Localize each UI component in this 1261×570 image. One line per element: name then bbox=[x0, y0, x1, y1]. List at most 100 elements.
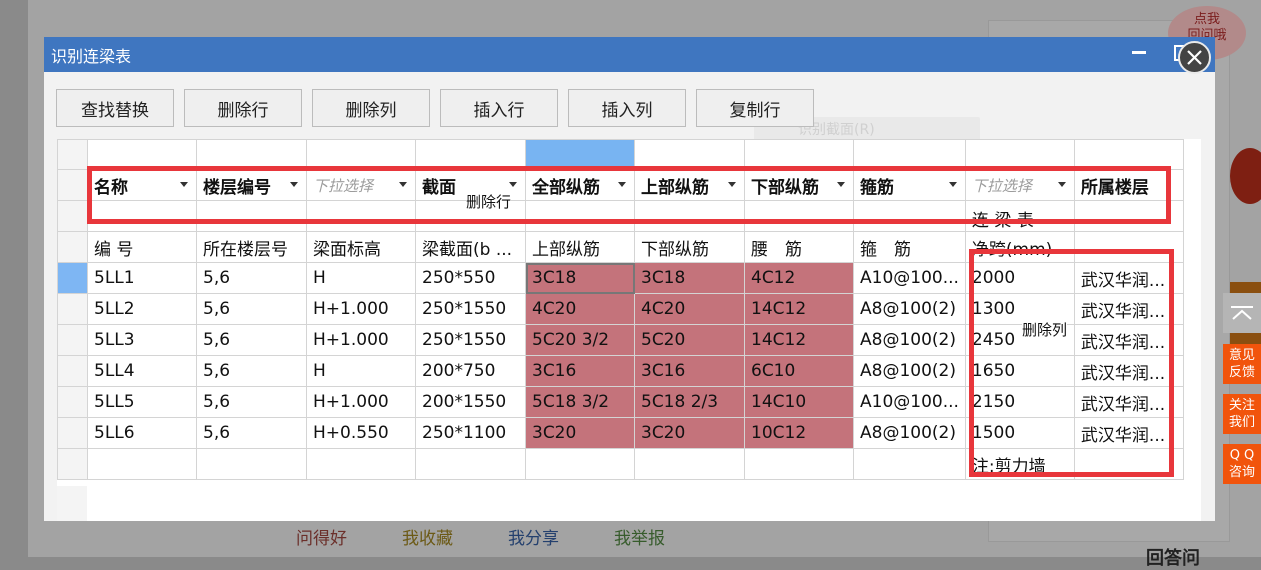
table-cell[interactable]: 5C20 bbox=[634, 324, 745, 356]
back-to-top-button[interactable] bbox=[1223, 293, 1261, 333]
table-cell[interactable] bbox=[306, 448, 416, 480]
table-cell[interactable]: H+1.000 bbox=[306, 386, 416, 418]
table-cell[interactable]: 5,6 bbox=[196, 262, 307, 294]
table-cell[interactable] bbox=[634, 448, 745, 480]
column-header-cell[interactable]: 箍 筋 bbox=[853, 231, 966, 263]
column-header-cell[interactable]: 所在楼层号 bbox=[196, 231, 307, 263]
table-cell[interactable]: 250*1550 bbox=[415, 324, 526, 356]
col-selector[interactable] bbox=[306, 139, 416, 170]
find-replace-button[interactable]: 查找替换 bbox=[56, 89, 174, 127]
table-cell[interactable]: 3C18 bbox=[525, 262, 635, 294]
table-cell[interactable]: 4C12 bbox=[744, 262, 854, 294]
table-cell[interactable]: A10@100... bbox=[853, 262, 966, 294]
table-cell[interactable]: 5C18 3/2 bbox=[525, 386, 635, 418]
table-cell[interactable]: 5C20 3/2 bbox=[525, 324, 635, 356]
row-header[interactable] bbox=[57, 262, 88, 294]
col-selector[interactable] bbox=[634, 139, 745, 170]
chevron-up-icon bbox=[1231, 306, 1253, 320]
table-cell[interactable]: H+1.000 bbox=[306, 293, 416, 325]
row-header[interactable] bbox=[57, 293, 88, 325]
row-header[interactable] bbox=[57, 231, 88, 263]
col-selector[interactable] bbox=[744, 139, 854, 170]
table-cell[interactable]: 200*750 bbox=[415, 355, 526, 387]
table-cell[interactable]: A8@100(2) bbox=[853, 355, 966, 387]
table-cell[interactable]: 200*1550 bbox=[415, 386, 526, 418]
table-cell[interactable]: 5LL5 bbox=[87, 386, 197, 418]
table-cell[interactable]: 14C12 bbox=[744, 293, 854, 325]
table-cell[interactable]: 5,6 bbox=[196, 293, 307, 325]
table-cell[interactable]: 14C10 bbox=[744, 386, 854, 418]
row-header[interactable] bbox=[57, 169, 88, 201]
delete-column-annotation-box bbox=[969, 249, 1174, 477]
share-link: 我分享 bbox=[508, 529, 559, 549]
table-cell[interactable]: 5LL4 bbox=[87, 355, 197, 387]
table-cell[interactable]: 3C20 bbox=[634, 417, 745, 449]
delete-column-button[interactable]: 删除列 bbox=[312, 89, 430, 127]
row-header[interactable] bbox=[57, 386, 88, 418]
table-cell[interactable]: 3C18 bbox=[634, 262, 745, 294]
table-cell[interactable]: 5LL1 bbox=[87, 262, 197, 294]
col-selector[interactable] bbox=[964, 139, 1075, 170]
row-header[interactable] bbox=[57, 448, 88, 480]
row-header[interactable] bbox=[57, 200, 88, 232]
table-cell[interactable]: H bbox=[306, 355, 416, 387]
table-cell[interactable]: 6C10 bbox=[744, 355, 854, 387]
table-cell[interactable] bbox=[744, 448, 854, 480]
table-cell[interactable]: 10C12 bbox=[744, 417, 854, 449]
column-header-cell[interactable]: 编 号 bbox=[87, 231, 197, 263]
table-cell[interactable]: 3C16 bbox=[634, 355, 745, 387]
table-cell[interactable]: H+1.000 bbox=[306, 324, 416, 356]
table-cell[interactable] bbox=[196, 448, 307, 480]
row-header[interactable] bbox=[57, 324, 88, 356]
column-header-cell[interactable]: 梁面标高 bbox=[306, 231, 416, 263]
row-header[interactable] bbox=[57, 417, 88, 449]
table-cell[interactable]: A10@100... bbox=[853, 386, 966, 418]
col-selector-selected[interactable] bbox=[525, 139, 635, 170]
table-cell[interactable]: 3C16 bbox=[525, 355, 635, 387]
insert-row-button[interactable]: 插入行 bbox=[440, 89, 558, 127]
table-cell[interactable]: A8@100(2) bbox=[853, 417, 966, 449]
close-button[interactable] bbox=[1178, 41, 1211, 74]
table-cell[interactable]: A8@100(2) bbox=[853, 324, 966, 356]
column-header-cell[interactable]: 梁截面(b ... bbox=[415, 231, 526, 263]
table-cell[interactable]: 5C18 2/3 bbox=[634, 386, 745, 418]
table-cell[interactable] bbox=[87, 448, 197, 480]
col-selector[interactable] bbox=[853, 139, 966, 170]
table-cell[interactable] bbox=[415, 448, 526, 480]
table-cell[interactable]: 5,6 bbox=[196, 324, 307, 356]
table-cell[interactable]: 14C12 bbox=[744, 324, 854, 356]
table-cell[interactable] bbox=[525, 448, 635, 480]
col-selector[interactable] bbox=[1073, 139, 1184, 170]
column-header-cell[interactable]: 上部纵筋 bbox=[525, 231, 635, 263]
column-header-cell[interactable]: 腰 筋 bbox=[744, 231, 854, 263]
table-cell[interactable]: 5LL3 bbox=[87, 324, 197, 356]
corner-cell[interactable] bbox=[57, 139, 88, 170]
table-cell[interactable]: 5LL2 bbox=[87, 293, 197, 325]
table-cell[interactable]: 3C20 bbox=[525, 417, 635, 449]
table-cell[interactable]: 5,6 bbox=[196, 355, 307, 387]
col-selector[interactable] bbox=[87, 139, 197, 170]
table-cell[interactable]: 4C20 bbox=[634, 293, 745, 325]
minimize-icon[interactable] bbox=[1132, 51, 1146, 54]
table-cell[interactable]: 5,6 bbox=[196, 386, 307, 418]
follow-us-button[interactable]: 关注 我们 bbox=[1223, 394, 1261, 434]
table-cell[interactable]: 4C20 bbox=[525, 293, 635, 325]
table-cell[interactable]: 5,6 bbox=[196, 417, 307, 449]
table-cell[interactable]: 250*550 bbox=[415, 262, 526, 294]
table-cell[interactable]: 250*1100 bbox=[415, 417, 526, 449]
delete-row-button[interactable]: 删除行 bbox=[184, 89, 302, 127]
table-cell[interactable]: H bbox=[306, 262, 416, 294]
row-header[interactable] bbox=[57, 355, 88, 387]
col-selector[interactable] bbox=[415, 139, 526, 170]
table-cell[interactable]: H+0.550 bbox=[306, 417, 416, 449]
table-cell[interactable] bbox=[853, 448, 966, 480]
qq-consult-button[interactable]: Q Q 咨询 bbox=[1223, 444, 1261, 484]
table-cell[interactable]: 5LL6 bbox=[87, 417, 197, 449]
col-selector[interactable] bbox=[196, 139, 307, 170]
table-cell[interactable]: 250*1550 bbox=[415, 293, 526, 325]
copy-row-button[interactable]: 复制行 bbox=[696, 89, 814, 127]
feedback-button[interactable]: 意见 反馈 bbox=[1223, 344, 1261, 384]
table-cell[interactable]: A8@100(2) bbox=[853, 293, 966, 325]
column-header-cell[interactable]: 下部纵筋 bbox=[634, 231, 745, 263]
insert-column-button[interactable]: 插入列 bbox=[568, 89, 686, 127]
